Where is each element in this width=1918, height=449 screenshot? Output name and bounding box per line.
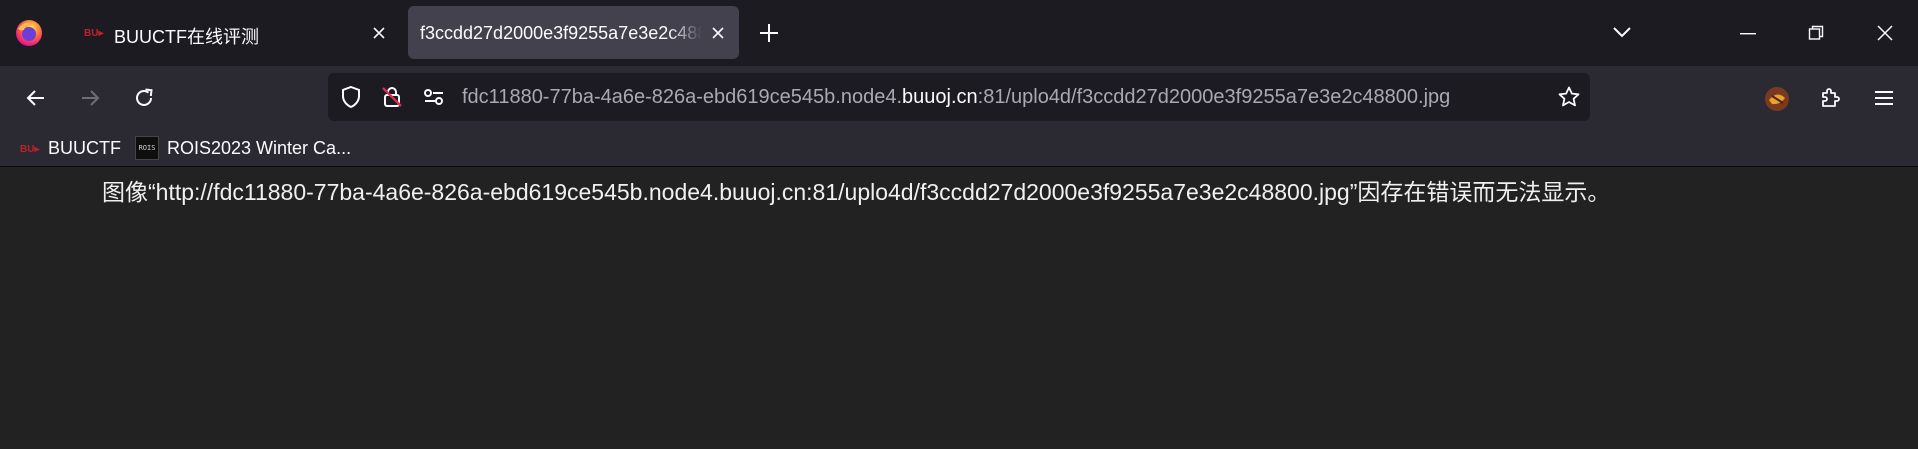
bookmark-rois2023[interactable]: ROIS ROIS2023 Winter Ca... <box>135 136 351 160</box>
buuctf-favicon-icon: BU▸ <box>20 142 40 154</box>
tab-title: BUUCTF在线评测 <box>114 27 259 47</box>
permissions-icon[interactable] <box>422 85 446 109</box>
reload-icon[interactable] <box>132 86 156 110</box>
bookmarks-toolbar: BU▸ BUUCTF ROIS ROIS2023 Winter Ca... <box>0 130 1918 167</box>
image-error-message: 图像“http://fdc11880-77ba-4a6e-826a-ebd619… <box>102 179 1611 205</box>
close-tab-icon[interactable] <box>711 26 725 40</box>
bookmark-star-icon[interactable] <box>1557 85 1581 109</box>
svg-text:BU▸: BU▸ <box>20 144 40 154</box>
tracking-protection-shield-icon[interactable] <box>339 85 363 109</box>
bookmark-buuctf[interactable]: BU▸ BUUCTF <box>20 136 121 160</box>
tab-buuctf[interactable]: BU▸ BUUCTF在线评测 <box>74 6 400 59</box>
minimize-window-icon[interactable] <box>1740 33 1756 35</box>
extensions-puzzle-icon[interactable] <box>1818 86 1842 110</box>
restore-window-icon[interactable] <box>1808 25 1824 41</box>
forward-arrow-icon <box>78 86 102 110</box>
url-bar[interactable]: fdc11880-77ba-4a6e-826a-ebd619ce545b.nod… <box>328 73 1590 121</box>
buuctf-favicon-icon: BU▸ <box>84 26 104 38</box>
tab-image-active[interactable]: f3ccdd27d2000e3f9255a7e3e2c48800.jpg <box>408 6 739 59</box>
new-tab-button[interactable] <box>758 22 780 44</box>
url-domain: buuoj.cn <box>902 86 978 108</box>
back-arrow-icon[interactable] <box>24 86 48 110</box>
page-content: 图像“http://fdc11880-77ba-4a6e-826a-ebd619… <box>0 167 1918 449</box>
extension-avatar-icon[interactable] <box>1764 86 1789 111</box>
bookmark-label: BUUCTF <box>48 137 121 158</box>
url-path: :81/uplo4d/f3ccdd27d2000e3f9255a7e3e2c48… <box>977 86 1451 108</box>
url-prefix: fdc11880-77ba-4a6e-826a-ebd619ce545b.nod… <box>462 86 903 108</box>
insecure-connection-lock-icon[interactable] <box>380 85 404 109</box>
close-tab-icon[interactable] <box>372 26 386 40</box>
svg-text:BU▸: BU▸ <box>84 28 104 38</box>
close-window-icon[interactable] <box>1877 25 1893 41</box>
list-all-tabs-chevron-down-icon[interactable] <box>1612 25 1632 39</box>
tab-bar: BU▸ BUUCTF在线评测 f3ccdd27d2000e3f9255a7e3e… <box>0 0 1918 66</box>
url-text[interactable]: fdc11880-77ba-4a6e-826a-ebd619ce545b.nod… <box>462 86 1542 110</box>
bookmark-label: ROIS2023 Winter Ca... <box>167 137 352 158</box>
navigation-toolbar: fdc11880-77ba-4a6e-826a-ebd619ce545b.nod… <box>0 66 1918 130</box>
tab-title: f3ccdd27d2000e3f9255a7e3e2c48800.jpg <box>420 23 702 43</box>
firefox-logo-icon[interactable] <box>15 19 43 47</box>
menu-hamburger-icon[interactable] <box>1872 86 1896 110</box>
rois-favicon-icon: ROIS <box>135 136 159 160</box>
